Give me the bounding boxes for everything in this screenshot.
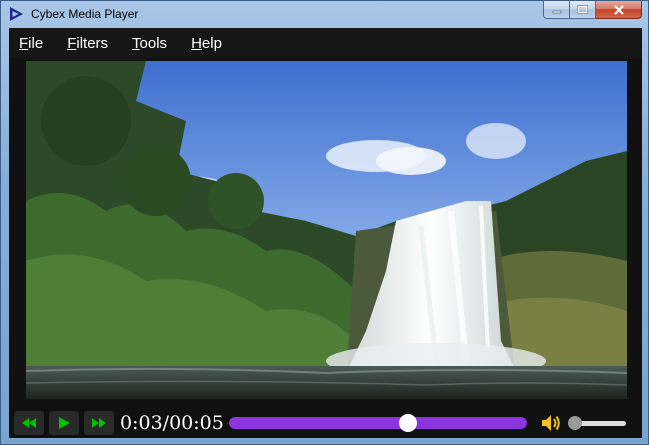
play-button[interactable] bbox=[49, 411, 79, 435]
video-frame[interactable] bbox=[26, 61, 627, 399]
maximize-button[interactable] bbox=[570, 1, 596, 19]
window-title: Cybex Media Player bbox=[31, 7, 139, 21]
volume-icon[interactable] bbox=[540, 413, 562, 433]
minimize-button[interactable] bbox=[543, 1, 570, 19]
menu-help-label: elp bbox=[201, 34, 222, 52]
fast-forward-icon bbox=[92, 418, 106, 428]
app-logo-icon bbox=[10, 7, 23, 21]
menu-file-label: ile bbox=[28, 34, 44, 52]
app-window: Cybex Media Player File Filters Tools He… bbox=[0, 0, 649, 445]
play-icon bbox=[59, 417, 70, 429]
video-still-waterfall bbox=[26, 61, 627, 399]
seek-bar[interactable] bbox=[229, 414, 527, 432]
menu-bar: File Filters Tools Help bbox=[9, 28, 642, 58]
rewind-button[interactable] bbox=[14, 411, 44, 435]
time-display: 0:03/00:05 bbox=[120, 412, 224, 434]
close-button[interactable] bbox=[596, 1, 642, 19]
title-bar[interactable]: Cybex Media Player bbox=[1, 1, 648, 28]
menu-filters-label: ilters bbox=[76, 34, 109, 52]
menu-file[interactable]: File bbox=[19, 35, 43, 52]
window-controls bbox=[543, 1, 642, 20]
rewind-icon bbox=[22, 418, 36, 428]
menu-tools[interactable]: Tools bbox=[132, 35, 167, 52]
maximize-icon bbox=[577, 5, 588, 14]
menu-filters[interactable]: Filters bbox=[67, 35, 108, 52]
playback-controls: 0:03/00:05 bbox=[9, 408, 642, 438]
menu-tools-label: ools bbox=[139, 34, 168, 52]
seek-thumb[interactable] bbox=[398, 414, 417, 432]
minimize-icon bbox=[552, 10, 561, 13]
player-client-area: File Filters Tools Help 0:03/00:05 bbox=[9, 28, 642, 438]
fast-forward-button[interactable] bbox=[84, 411, 114, 435]
menu-help[interactable]: Help bbox=[191, 35, 222, 52]
volume-thumb[interactable] bbox=[567, 416, 582, 430]
volume-slider[interactable] bbox=[567, 416, 626, 430]
close-icon bbox=[613, 4, 624, 15]
